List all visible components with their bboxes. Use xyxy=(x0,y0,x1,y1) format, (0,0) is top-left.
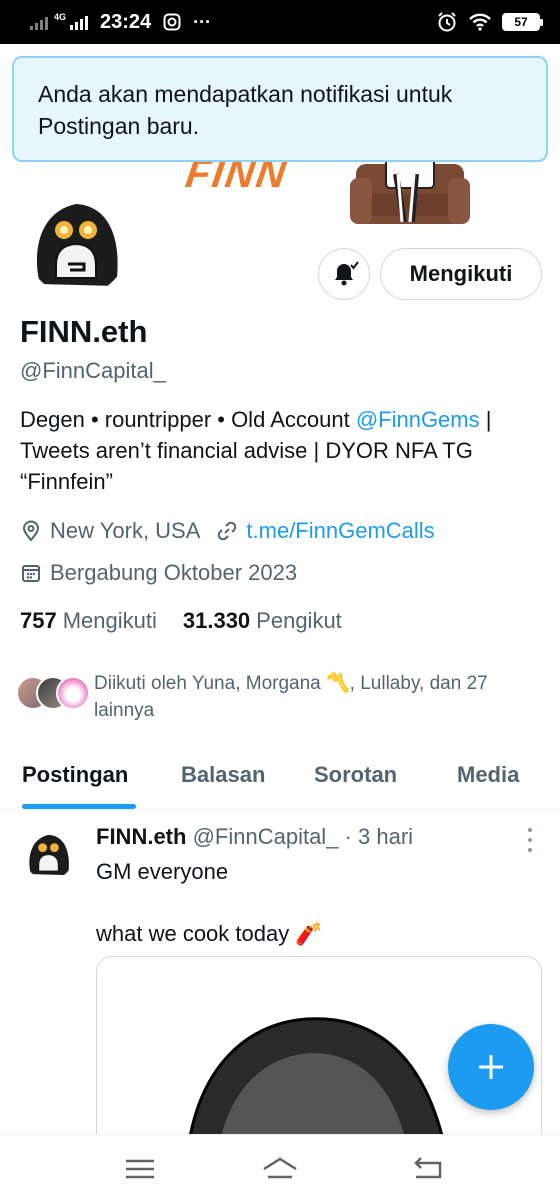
alarm-icon xyxy=(438,12,456,32)
post-more-icon[interactable] xyxy=(520,828,540,852)
post-text-line2: what we cook today 🧨 xyxy=(96,921,323,946)
avatar xyxy=(56,676,90,710)
battery-icon: 57 xyxy=(502,13,543,31)
followers-count: 31.330 xyxy=(182,608,251,633)
more-notifications-icon: ··· xyxy=(193,11,212,32)
tab-posts[interactable]: Postingan xyxy=(22,762,128,788)
network-type: 4G xyxy=(54,11,67,22)
post-time: · 3 hari xyxy=(344,824,414,849)
instagram-icon xyxy=(163,13,181,31)
link-icon xyxy=(216,520,238,542)
notification-bell-button[interactable] xyxy=(318,248,370,300)
calendar-icon xyxy=(20,562,42,584)
bio-text: Degen • rountripper • Old Account xyxy=(20,407,356,432)
profile-meta-row: New York, USA t.me/FinnGemCalls xyxy=(20,518,435,544)
post-author-name[interactable]: FINN.eth xyxy=(96,824,186,849)
tab-replies[interactable]: Balasan xyxy=(181,762,265,788)
profile-handle: @FinnCapital_ xyxy=(20,358,166,383)
mutual-follower-avatars xyxy=(16,670,92,710)
display-name: FINN.eth xyxy=(20,314,148,349)
back-icon[interactable] xyxy=(408,1155,448,1183)
profile-location: New York, USA xyxy=(50,518,201,543)
home-icon[interactable] xyxy=(260,1155,300,1183)
tab-media[interactable]: Media xyxy=(457,762,519,788)
profile-joined-date: Bergabung Oktober 2023 xyxy=(50,560,298,585)
following-count: 757 xyxy=(20,608,57,633)
plus-icon xyxy=(479,1055,503,1079)
followers-label: Pengikut xyxy=(256,608,342,633)
active-tab-indicator xyxy=(22,804,136,809)
signal-strength-icon xyxy=(30,14,48,30)
following-button[interactable]: Mengikuti xyxy=(380,248,542,300)
following-stat[interactable]: 757 Mengikuti xyxy=(20,608,157,634)
followers-stat[interactable]: 31.330 Pengikut xyxy=(183,608,342,634)
following-label: Mengikuti xyxy=(62,608,157,633)
avatar-image xyxy=(24,830,74,880)
location-pin-icon xyxy=(20,520,42,542)
post-text-line1: GM everyone xyxy=(96,859,229,884)
signal-strength-icon-2 xyxy=(70,14,89,30)
status-bar: 4G 23:24 ··· 57 xyxy=(0,0,560,44)
post-header: FINN.eth @FinnCapital_ · 3 hari xyxy=(96,824,413,850)
battery-level: 57 xyxy=(514,15,528,29)
followed-by-row[interactable]: Diikuti oleh Yuna, Morgana 〽️, Lullaby, … xyxy=(16,670,546,724)
followed-by-text: Diikuti oleh Yuna, Morgana 〽️, Lullaby, … xyxy=(94,673,488,721)
profile-website-link[interactable]: t.me/FinnGemCalls xyxy=(246,518,434,544)
compose-button[interactable] xyxy=(448,1024,534,1110)
profile-joined-row: Bergabung Oktober 2023 xyxy=(20,560,297,586)
wifi-icon xyxy=(469,13,491,31)
profile-avatar[interactable] xyxy=(22,190,132,300)
avatar-image xyxy=(26,194,128,296)
clock: 23:24 xyxy=(100,10,152,33)
bell-check-icon xyxy=(335,261,359,286)
profile-bio: Degen • rountripper • Old Account @FinnG… xyxy=(20,404,540,497)
profile-stats: 757 Mengikuti 31.330 Pengikut xyxy=(20,608,342,634)
menu-icon[interactable] xyxy=(120,1155,160,1183)
bio-mention-link[interactable]: @FinnGems xyxy=(356,407,480,432)
toast-message: Anda akan mendapatkan notifikasi untuk P… xyxy=(38,81,453,139)
profile-tabs: Postingan Balasan Sorotan Media xyxy=(0,744,560,810)
tab-highlights[interactable]: Sorotan xyxy=(314,762,397,788)
post-author-avatar[interactable] xyxy=(24,830,74,880)
notification-toast: Anda akan mendapatkan notifikasi untuk P… xyxy=(12,56,548,162)
system-navigation-bar xyxy=(0,1134,560,1200)
post-author-handle: @FinnCapital_ xyxy=(192,824,339,849)
